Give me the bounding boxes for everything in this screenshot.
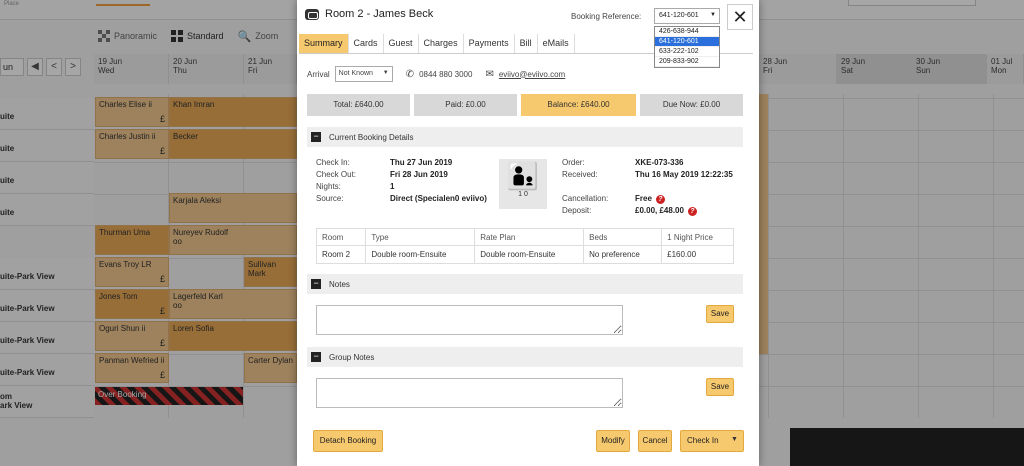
cancel-button[interactable]: Cancel (638, 430, 672, 452)
notes-section[interactable]: − Notes (307, 274, 743, 294)
close-icon[interactable]: ✕ (727, 4, 753, 30)
booking-ref-option[interactable]: 641-120-601 (655, 37, 719, 47)
guest-count-box: 👨‍👦 1 0 (499, 159, 547, 209)
notes-input[interactable] (316, 305, 623, 335)
phone-number: 0844 880 3000 (419, 69, 473, 79)
totals-bar: Total: £640.00 Paid: £0.00 Balance: £640… (307, 94, 743, 116)
booking-ref-option[interactable]: 633-222-102 (655, 47, 719, 57)
due-now-amount: Due Now: £0.00 (640, 94, 743, 116)
tab-cards[interactable]: Cards (349, 34, 384, 53)
tab-bill[interactable]: Bill (515, 34, 538, 53)
section-title: Current Booking Details (329, 132, 414, 142)
collapse-icon[interactable]: − (311, 352, 321, 362)
booking-ref-option[interactable]: 209-833-902 (655, 57, 719, 67)
arrival-row: Arrival Not Known ✆ 0844 880 3000 ✉ evii… (307, 66, 565, 82)
booking-modal: Room 2 - James Beck Booking Reference: 6… (297, 0, 759, 466)
detail-values: Thu 27 Jun 2019 Fri 28 Jun 2019 1 Direct… (390, 158, 487, 203)
modal-header: Room 2 - James Beck (305, 8, 433, 20)
order-labels: Order: Received: Cancellation: Deposit: (562, 158, 609, 215)
detail-labels: Check In: Check Out: Nights: Source: (316, 158, 357, 203)
balance-amount: Balance: £640.00 (521, 94, 636, 116)
room-icon (305, 8, 319, 20)
guest-count: 1 0 (518, 191, 528, 198)
mail-icon: ✉ (485, 68, 494, 80)
save-notes-button[interactable]: Save (706, 305, 734, 323)
paid-amount: Paid: £0.00 (414, 94, 517, 116)
tab-charges[interactable]: Charges (419, 34, 464, 53)
table-row: Room 2 Double room-Ensuite Double room-E… (315, 245, 734, 264)
modal-title: Room 2 - James Beck (325, 8, 434, 20)
email-link[interactable]: eviivo@eviivo.com (499, 70, 565, 79)
room-table: Room Type Rate Plan Beds 1 Night Price R… (315, 228, 734, 264)
detach-booking-button[interactable]: Detach Booking (313, 430, 383, 452)
table-header: Room Type Rate Plan Beds 1 Night Price (315, 228, 734, 246)
tab-payments[interactable]: Payments (464, 34, 515, 53)
save-group-notes-button[interactable]: Save (706, 378, 734, 396)
order-values: XKE-073-336 Thu 16 May 2019 12:22:35 Fre… (635, 158, 733, 216)
booking-ref-dropdown: 426-638-944 641-120-601 633-222-102 209-… (654, 26, 720, 68)
help-icon[interactable]: ? (655, 195, 665, 204)
booking-ref-option[interactable]: 426-638-944 (655, 27, 719, 37)
tab-summary[interactable]: Summary (299, 34, 349, 53)
modify-button[interactable]: Modify (596, 430, 630, 452)
chevron-down-icon[interactable]: ▼ (731, 436, 738, 443)
booking-ref-label: Booking Reference: (571, 12, 642, 21)
group-notes-section[interactable]: − Group Notes (307, 347, 743, 367)
tab-guest[interactable]: Guest (384, 34, 419, 53)
group-notes-input[interactable] (316, 378, 623, 408)
section-title: Notes (329, 279, 350, 289)
booking-ref-select[interactable]: 641-120-601 (654, 8, 720, 24)
arrival-select[interactable]: Not Known (334, 66, 393, 82)
collapse-icon[interactable]: − (311, 132, 321, 142)
section-title: Group Notes (329, 352, 375, 362)
help-icon[interactable]: ? (687, 207, 697, 216)
collapse-icon[interactable]: − (311, 279, 321, 289)
adult-child-icon: 👨‍👦 (506, 161, 540, 191)
arrival-label: Arrival (307, 69, 330, 79)
phone-icon: ✆ (405, 68, 415, 80)
total-amount: Total: £640.00 (307, 94, 410, 116)
current-booking-section[interactable]: − Current Booking Details (307, 127, 743, 147)
tab-emails[interactable]: eMails (538, 34, 575, 53)
